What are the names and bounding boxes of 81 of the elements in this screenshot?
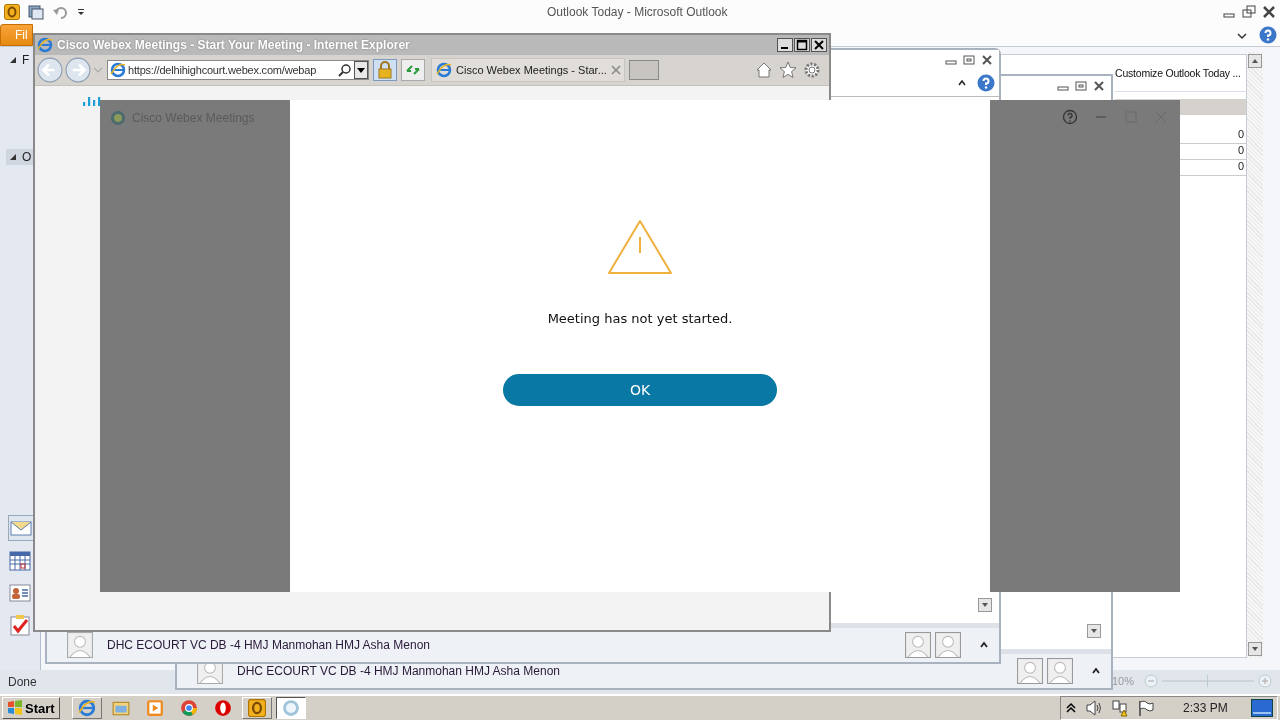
chevron-up-icon[interactable]: [1091, 666, 1101, 676]
forward-icon[interactable]: [65, 57, 91, 83]
home-icon[interactable]: [755, 61, 773, 79]
minimize-icon[interactable]: [777, 38, 793, 52]
search-icon[interactable]: [338, 63, 352, 77]
restore-icon[interactable]: [1075, 80, 1087, 92]
save-icon[interactable]: [28, 4, 44, 20]
lock-icon[interactable]: [373, 59, 397, 81]
settings-icon[interactable]: [803, 61, 821, 79]
scroll-up-icon[interactable]: [1248, 54, 1262, 68]
browser-icon: [436, 62, 452, 78]
close-icon[interactable]: [1093, 80, 1105, 92]
dropdown-icon[interactable]: [76, 7, 86, 17]
collapse-ribbon-icon[interactable]: [1237, 30, 1247, 40]
browser-icon: [110, 62, 126, 78]
tasks-icon[interactable]: [8, 613, 32, 637]
status-text: Done: [8, 675, 37, 689]
window-title: Cisco Webex Meetings - Start Your Meeting - Internet Explorer: [57, 38, 411, 52]
folder-icon: [111, 699, 130, 717]
webex-icon: [281, 699, 300, 717]
help-icon[interactable]: [977, 74, 995, 92]
show-hidden-icons-icon[interactable]: [1065, 702, 1077, 714]
maximize-icon[interactable]: [794, 38, 810, 52]
refresh-icon[interactable]: [401, 59, 425, 81]
star-icon[interactable]: [779, 61, 797, 79]
close-icon[interactable]: [981, 54, 993, 66]
help-icon[interactable]: [1062, 109, 1078, 125]
customize-link[interactable]: Customize Outlook Today ...: [1115, 67, 1241, 79]
meeting-subject: DHC ECOURT VC DB -4 HMJ Manmohan HMJ Asha Menon: [237, 664, 561, 678]
attendee-icon[interactable]: [935, 632, 961, 658]
meeting-subject: DHC ECOURT VC DB -4 HMJ Manmohan HMJ Asha Menon: [107, 638, 431, 652]
chevron-up-icon[interactable]: [979, 640, 989, 650]
outlook-icon[interactable]: [4, 4, 20, 20]
warning-icon: [607, 219, 673, 275]
taskbar-app[interactable]: [275, 697, 306, 719]
attendee-icon[interactable]: [1017, 658, 1043, 684]
scroll-down-icon[interactable]: [978, 598, 992, 612]
browser-tab[interactable]: Cisco Webex Meetings - Star...: [431, 58, 625, 82]
dialog-message: Meeting has not yet started.: [547, 311, 733, 326]
contacts-icon[interactable]: [8, 581, 32, 605]
flag-icon[interactable]: [1137, 699, 1155, 717]
webex-logo-icon: [110, 110, 126, 126]
close-icon[interactable]: [1262, 5, 1276, 19]
network-warning-icon[interactable]: [1111, 699, 1129, 717]
address-bar[interactable]: https://delhihighcourt.webex.com/webap: [107, 60, 369, 80]
ok-button[interactable]: OK: [503, 374, 777, 406]
attendee-icon[interactable]: [905, 632, 931, 658]
chevron-up-icon[interactable]: [957, 78, 967, 88]
start-button[interactable]: Start: [2, 697, 60, 719]
clock: 2:33 PM: [1183, 701, 1229, 715]
zoom-level: 10%: [1112, 675, 1136, 687]
close-icon[interactable]: [811, 38, 827, 52]
opera-icon: [213, 699, 232, 717]
close-tab-icon[interactable]: [610, 65, 621, 75]
count-value: 0: [1237, 128, 1244, 140]
mail-icon[interactable]: [8, 515, 34, 541]
play-icon: [145, 699, 164, 717]
restore-icon[interactable]: [963, 54, 975, 66]
outlook-icon: [247, 699, 266, 717]
scroll-down-icon[interactable]: [1248, 642, 1262, 656]
attendee-icon[interactable]: [1047, 658, 1073, 684]
count-value: 0: [1237, 144, 1244, 156]
back-icon[interactable]: [37, 57, 63, 83]
scroll-down-icon[interactable]: [1087, 624, 1101, 638]
show-desktop-icon[interactable]: [1251, 699, 1273, 717]
calendar-icon[interactable]: [8, 549, 32, 573]
expand-triangle-icon[interactable]: [10, 57, 16, 63]
window-title: Outlook Today - Microsoft Outlook: [546, 5, 729, 19]
help-icon[interactable]: [1259, 26, 1277, 44]
count-value: 0: [1237, 160, 1244, 172]
browser-icon: [37, 37, 53, 53]
undo-icon[interactable]: [52, 4, 68, 20]
browser-icon: [77, 699, 96, 717]
chrome-icon: [179, 699, 198, 717]
expand-triangle-icon[interactable]: [10, 154, 16, 160]
restore-icon[interactable]: [1242, 5, 1256, 19]
dropdown-icon[interactable]: [354, 61, 368, 79]
speaker-icon[interactable]: [1085, 699, 1103, 717]
scrollbar[interactable]: [1247, 52, 1263, 658]
windows-logo-icon: [7, 700, 23, 716]
nav-item[interactable]: F: [22, 53, 30, 67]
